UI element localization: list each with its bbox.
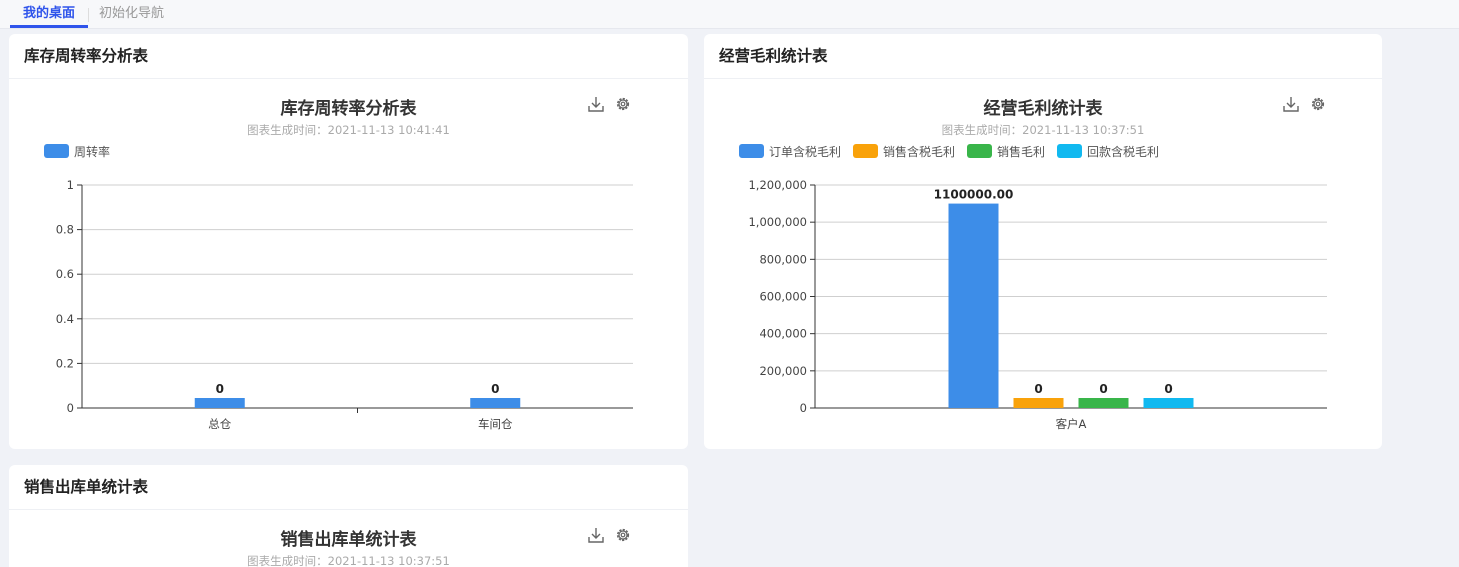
data-label: 0 <box>491 382 499 396</box>
bar <box>948 203 999 408</box>
turnover-card: 库存周转率分析表 库存周转率分析表 图表生成时间：2021-11-13 10:4… <box>9 34 688 449</box>
y-tick-label: 0.8 <box>56 223 74 237</box>
y-tick-label: 1,000,000 <box>748 215 807 229</box>
y-tick-label: 0.6 <box>56 267 74 281</box>
y-tick-label: 1,200,000 <box>748 178 807 192</box>
x-tick-label: 客户A <box>1056 417 1087 431</box>
tab-init-navigation[interactable]: 初始化导航 <box>99 6 164 28</box>
x-tick-label: 总仓 <box>208 417 231 431</box>
y-tick-label: 0.4 <box>56 312 74 326</box>
y-tick-label: 400,000 <box>759 327 807 341</box>
y-tick-label: 200,000 <box>759 364 807 378</box>
bar <box>1013 398 1064 408</box>
profit-bar-chart: 0 200,000 400,000 600,000 800,000 1,000,000 1,… <box>748 178 1327 431</box>
data-label: 1100000.00 <box>934 188 1014 202</box>
y-tick-label: 0 <box>800 401 807 415</box>
y-tick-label: 600,000 <box>759 290 807 304</box>
gear-icon[interactable] <box>614 526 632 544</box>
turnover-bar-chart: 0 0.2 0.4 0.6 0.8 1 总仓 0 车间仓 0 <box>56 178 633 431</box>
x-tick-label: 车间仓 <box>478 417 513 431</box>
download-icon[interactable] <box>587 526 605 544</box>
tab-my-desktop[interactable]: 我的桌面 <box>10 6 88 28</box>
y-tick-label: 0 <box>67 401 74 415</box>
data-label: 0 <box>216 382 224 396</box>
tab-separator <box>88 8 89 22</box>
profit-card: 经营毛利统计表 经营毛利统计表 图表生成时间：2021-11-13 10:37:… <box>704 34 1382 449</box>
y-tick-label: 0.2 <box>56 356 74 370</box>
sales-chart-timestamp: 图表生成时间：2021-11-13 10:37:51 <box>247 554 450 567</box>
y-tick-label: 800,000 <box>759 252 807 266</box>
bar <box>1143 398 1194 408</box>
bar <box>194 398 245 408</box>
y-tick-label: 1 <box>67 178 74 192</box>
tab-bar: 我的桌面 初始化导航 <box>0 0 1459 29</box>
bar <box>1078 398 1129 408</box>
sales-card-header: 销售出库单统计表 <box>9 465 688 510</box>
sales-card: 销售出库单统计表 销售出库单统计表 图表生成时间：2021-11-13 10:3… <box>9 465 688 567</box>
data-label: 0 <box>1099 382 1107 396</box>
bar <box>470 398 521 408</box>
data-label: 0 <box>1034 382 1042 396</box>
data-label: 0 <box>1164 382 1172 396</box>
